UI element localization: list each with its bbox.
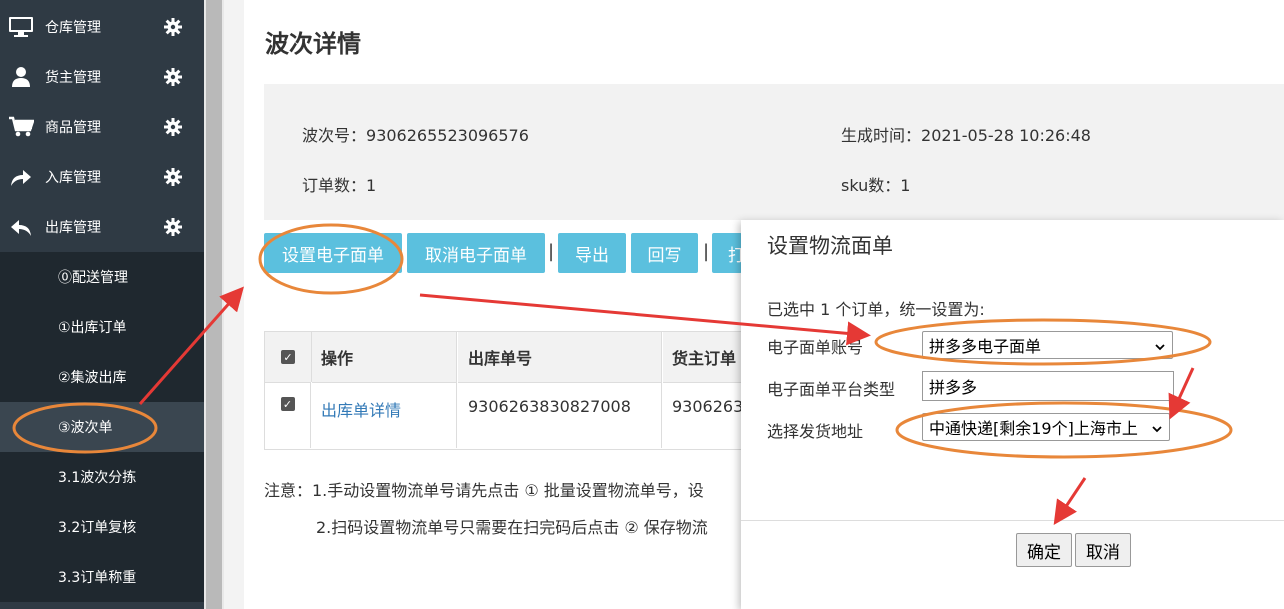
select-all-cell[interactable]: ✓ — [265, 332, 312, 382]
page-title: 波次详情 — [265, 30, 361, 58]
cancel-waybill-button[interactable]: 取消电子面单 — [407, 233, 545, 273]
order-count-label: 订单数： — [302, 176, 367, 195]
sidebar-item-label: 出库管理 — [45, 220, 101, 236]
account-select-value: 拼多多电子面单 — [929, 337, 1042, 356]
sidebar-subitem-label: 3.1波次分拣 — [58, 470, 137, 486]
table-header-owner-order: 货主订单 — [663, 332, 745, 382]
sidebar-subitem-label: 3.3订单称重 — [58, 570, 137, 586]
sidebar-item-label: 商品管理 — [45, 120, 101, 136]
gear-icon[interactable] — [163, 167, 183, 187]
sidebar: 仓库管理 货主管理 商品管理 入库管理 出库管理 ⓪配送管理 ①出库订单 ②集波… — [0, 0, 204, 609]
sidebar-subitem-wave-outbound[interactable]: ②集波出库 — [0, 352, 204, 402]
cart-icon — [8, 114, 34, 140]
created-time-value: 2021-05-28 10:26:48 — [921, 126, 1091, 145]
table-header-action: 操作 — [312, 332, 457, 382]
sidebar-subitem-wave-sorting[interactable]: 3.1波次分拣 — [0, 452, 204, 502]
sidebar-item-outbound[interactable]: 出库管理 — [0, 202, 204, 252]
sidebar-subitem-delivery[interactable]: ⓪配送管理 — [0, 252, 204, 302]
export-button[interactable]: 导出 — [558, 233, 626, 273]
outbound-no-cell: 9306263830827008 — [458, 382, 662, 448]
dialog-title: 设置物流面单 — [767, 234, 893, 258]
row-checkbox[interactable]: ✓ — [280, 397, 295, 411]
sidebar-item-label: 入库管理 — [45, 170, 101, 186]
account-select[interactable]: 拼多多电子面单 — [922, 331, 1173, 359]
chevron-down-icon — [1154, 338, 1166, 351]
sidebar-subitem-label: 3.2订单复核 — [58, 520, 137, 536]
created-time-label: 生成时间： — [841, 126, 922, 145]
order-count: 订单数：1 — [302, 172, 376, 196]
order-count-value: 1 — [366, 176, 377, 195]
sidebar-item-owner[interactable]: 货主管理 — [0, 52, 204, 102]
table-header-outbound-no: 出库单号 — [458, 332, 662, 382]
address-select-value: 中通快递[剩余19个]上海市上 — [929, 419, 1138, 438]
confirm-button[interactable]: 确定 — [1016, 533, 1072, 567]
sidebar-subitem-outbound-orders[interactable]: ①出库订单 — [0, 302, 204, 352]
sidebar-subitem-order-review[interactable]: 3.2订单复核 — [0, 502, 204, 552]
wave-number-label: 波次号： — [302, 126, 367, 145]
reply-arrow-icon — [8, 214, 34, 240]
wave-info-panel — [264, 84, 1284, 220]
sku-count-label: sku数： — [841, 176, 901, 195]
address-label: 选择发货地址 — [767, 422, 864, 441]
gear-icon[interactable] — [163, 217, 183, 237]
address-select[interactable]: 中通快递[剩余19个]上海市上 — [922, 413, 1170, 441]
wave-number-value: 9306265523096576 — [366, 126, 529, 145]
outbound-detail-link[interactable]: 出库单详情 — [312, 382, 457, 448]
sidebar-subitem-wave-list[interactable]: ③波次单 — [0, 402, 204, 452]
sidebar-item-warehouse[interactable]: 仓库管理 — [0, 2, 204, 52]
note-line-2: 2.扫码设置物流单号只需要在扫完码后点击 ② 保存物流 — [316, 518, 708, 537]
gear-icon[interactable] — [163, 17, 183, 37]
dialog-footer-divider — [741, 520, 1284, 521]
toolbar-separator: | — [703, 241, 710, 262]
note-line-1: 注意：1.手动设置物流单号请先点击 ① 批量设置物流单号，设 — [264, 481, 704, 500]
writeback-button[interactable]: 回写 — [631, 233, 698, 273]
sidebar-item-goods[interactable]: 商品管理 — [0, 102, 204, 152]
sidebar-item-inbound[interactable]: 入库管理 — [0, 152, 204, 202]
platform-field[interactable]: 拼多多 — [922, 371, 1174, 401]
sidebar-subitem-order-weigh[interactable]: 3.3订单称重 — [0, 552, 204, 602]
share-arrow-icon — [8, 164, 34, 190]
wave-number: 波次号：9306265523096576 — [302, 122, 529, 146]
toolbar-separator: | — [548, 241, 555, 262]
created-time: 生成时间：2021-05-28 10:26:48 — [841, 122, 1091, 146]
cancel-button[interactable]: 取消 — [1075, 533, 1131, 567]
gear-icon[interactable] — [163, 117, 183, 137]
selected-summary: 已选中 1 个订单，统一设置为: — [767, 300, 985, 319]
sidebar-subitem-label: ①出库订单 — [58, 320, 127, 336]
sku-count-value: 1 — [900, 176, 911, 195]
print-button[interactable]: 打 — [712, 233, 745, 273]
user-icon — [8, 64, 34, 90]
sidebar-subitem-label: ②集波出库 — [58, 370, 127, 386]
sidebar-item-label: 货主管理 — [45, 70, 101, 86]
monitor-icon — [8, 14, 34, 40]
sku-count: sku数：1 — [841, 172, 910, 196]
select-all-checkbox[interactable]: ✓ — [281, 350, 295, 364]
row-select-cell[interactable]: ✓ — [265, 382, 311, 448]
gear-icon[interactable] — [163, 67, 183, 87]
owner-order-cell: 930626383 — [663, 382, 745, 448]
orders-table: ✓ 操作 出库单号 货主订单 ✓ 出库单详情 9306263830827008 … — [264, 331, 746, 450]
sidebar-subitem-label: ③波次单 — [58, 420, 113, 436]
chevron-down-icon — [1151, 420, 1163, 433]
account-label: 电子面单账号 — [767, 338, 864, 357]
sidebar-scrollbar-thumb[interactable] — [206, 0, 222, 609]
sidebar-subitem-label: ⓪配送管理 — [58, 270, 128, 286]
platform-label: 电子面单平台类型 — [767, 380, 896, 399]
set-waybill-button[interactable]: 设置电子面单 — [264, 233, 402, 273]
sidebar-item-label: 仓库管理 — [45, 20, 101, 36]
